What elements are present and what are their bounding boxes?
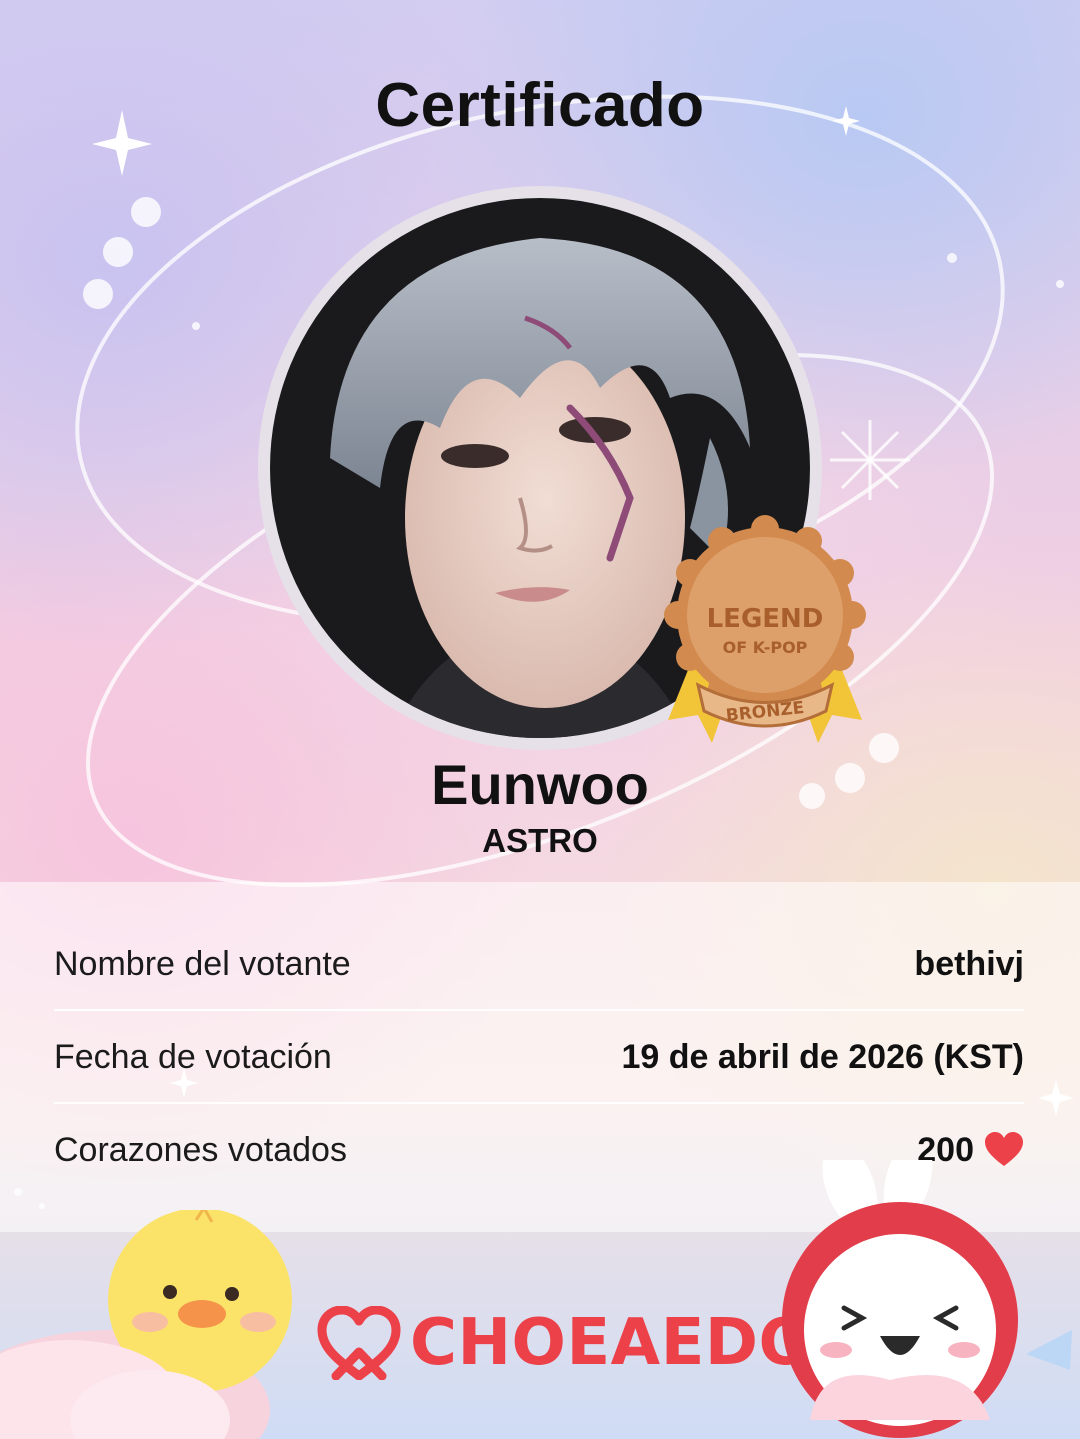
certificate-title: Certificado [375,71,705,140]
vote-date-value: 19 de abril de 2026 (KST) [621,1037,1025,1076]
badge-line1: LEGEND [707,604,824,634]
detail-row-voter: Nombre del votante bethivj [54,918,1024,1010]
idol-group: ASTRO [482,822,598,859]
bunny-mascot-icon [782,1160,1072,1438]
voter-name-label: Nombre del votante [54,944,351,983]
choeaedol-logo: CHOEAEDOL [316,1306,855,1380]
vote-date-label: Fecha de votación [54,1037,332,1076]
hearts-label: Corazones votados [54,1130,347,1169]
detail-row-date: Fecha de votación 19 de abril de 2026 (K… [54,1011,1024,1103]
badge-line2: OF K-POP [723,638,808,657]
idol-name: Eunwoo [431,753,649,816]
legend-badge: LEGEND OF K-POP BRONZE [664,515,866,743]
chick-mascot-icon [0,1210,292,1439]
voter-name-value: bethivj [914,944,1024,983]
choeaedol-heart-icon [317,1306,401,1380]
